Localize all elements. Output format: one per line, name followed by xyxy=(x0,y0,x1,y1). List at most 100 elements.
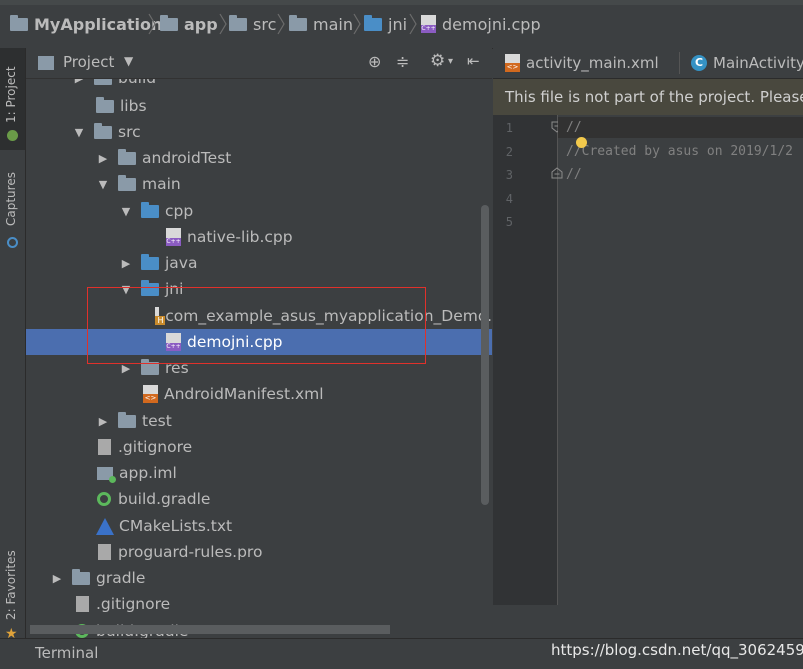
android-icon xyxy=(7,130,18,141)
expand-arrow-icon[interactable]: ▶ xyxy=(72,79,86,85)
folder-icon xyxy=(229,14,247,31)
collapse-arrow-icon[interactable]: ▼ xyxy=(119,205,133,218)
tree-item-gitignore-root[interactable]: .gitignore xyxy=(26,591,492,617)
breadcrumb-separator-icon xyxy=(409,13,417,35)
expand-arrow-icon[interactable]: ▶ xyxy=(96,415,110,428)
breadcrumb-app[interactable]: app xyxy=(160,13,218,35)
expand-arrow-icon[interactable]: ▶ xyxy=(119,362,133,375)
tree-item-proguard[interactable]: proguard-rules.pro xyxy=(26,539,492,565)
line-number: 1 xyxy=(505,121,513,135)
class-icon: C xyxy=(691,55,707,71)
editor-bottom-area xyxy=(493,605,803,638)
blue-folder-icon xyxy=(141,279,159,296)
collapse-arrow-icon[interactable]: ▼ xyxy=(72,126,86,139)
code-line: // xyxy=(566,167,582,182)
gear-dropdown-icon[interactable]: ▾ xyxy=(448,56,453,67)
tree-item-manifest[interactable]: AndroidManifest.xml xyxy=(26,381,492,407)
left-tool-strip: 1: Project Captures 2: Favorites ★ xyxy=(0,48,26,642)
folder-icon xyxy=(72,568,90,585)
folder-icon xyxy=(364,14,382,31)
breadcrumb-separator-icon xyxy=(219,13,227,35)
captures-tool-label[interactable]: Captures xyxy=(4,172,18,226)
folder-icon xyxy=(94,122,112,139)
hide-panel-icon[interactable]: ⇤ xyxy=(467,52,480,70)
lightbulb-icon[interactable] xyxy=(576,137,587,148)
project-panel-header: Project ▼ ⊕ ≑ ⚙ ▾ ⇤ xyxy=(26,48,492,79)
favorites-tool-label[interactable]: 2: Favorites xyxy=(4,550,18,620)
tab-divider xyxy=(679,52,680,74)
expand-arrow-icon[interactable]: ▶ xyxy=(119,257,133,270)
tree-item-test[interactable]: ▶ test xyxy=(26,408,492,434)
expand-arrow-icon[interactable]: ▶ xyxy=(50,572,64,585)
collapse-arrow-icon[interactable]: ▼ xyxy=(119,283,133,296)
collapse-arrow-icon[interactable]: ▼ xyxy=(96,178,110,191)
breadcrumb-separator-icon xyxy=(353,13,361,35)
expand-arrow-icon[interactable]: ▶ xyxy=(96,152,110,165)
gear-icon[interactable]: ⚙ xyxy=(430,51,445,71)
tree-item-gradle[interactable]: ▶ gradle xyxy=(26,565,492,591)
tab-mainactivity[interactable]: C MainActivity xyxy=(691,48,803,78)
breadcrumb-main[interactable]: main xyxy=(289,13,353,35)
module-folder-icon xyxy=(160,14,178,31)
blue-folder-icon xyxy=(141,201,159,218)
line-number: 4 xyxy=(505,192,513,206)
breadcrumb-project[interactable]: MyApplication xyxy=(10,13,162,35)
view-dropdown-icon[interactable]: ▼ xyxy=(124,54,133,68)
tree-item-header-file[interactable]: com_example_asus_myapplication_Demo. xyxy=(26,303,492,329)
tree-item-main[interactable]: ▼ main xyxy=(26,171,492,197)
tree-item-native-lib[interactable]: native-lib.cpp xyxy=(26,224,492,250)
banner-text: This file is not part of the project. Pl… xyxy=(505,88,803,106)
code-line: // xyxy=(566,120,582,135)
line-number: 3 xyxy=(505,168,513,182)
tree-item-build-gradle-app[interactable]: build.gradle xyxy=(26,486,492,512)
editor-gutter: 1 2 3 4 5 xyxy=(493,115,563,605)
tree-item-build[interactable]: ▶ build xyxy=(26,79,492,91)
iml-file-icon xyxy=(97,466,116,483)
not-in-project-banner: This file is not part of the project. Pl… xyxy=(493,79,803,115)
tree-item-jni[interactable]: ▼ jni xyxy=(26,276,492,302)
project-folder-icon xyxy=(10,14,28,31)
tree-item-app-iml[interactable]: app.iml xyxy=(26,460,492,486)
tree-vertical-scrollbar[interactable] xyxy=(481,205,489,505)
project-panel-title[interactable]: Project xyxy=(63,53,114,71)
folder-icon xyxy=(118,411,136,428)
navigation-bar: MyApplication app src main jni demojni.c… xyxy=(0,0,803,49)
folder-icon xyxy=(96,96,114,113)
tree-item-src[interactable]: ▼ src xyxy=(26,119,492,145)
tree-item-cpp[interactable]: ▼ cpp xyxy=(26,198,492,224)
code-editor[interactable]: // //Created by asus on 2019/1/2 // xyxy=(558,115,803,605)
terminal-tab[interactable]: Terminal xyxy=(35,644,98,662)
tree-horizontal-scrollbar[interactable] xyxy=(30,625,390,634)
tree-item-demojni-selected[interactable]: demojni.cpp xyxy=(26,329,492,355)
res-folder-icon xyxy=(141,358,159,375)
cpp-file-icon xyxy=(166,333,181,351)
captures-icon xyxy=(7,237,18,248)
xml-file-icon xyxy=(143,385,158,403)
line-number: 2 xyxy=(505,145,513,159)
gradle-icon xyxy=(97,492,111,506)
folder-icon xyxy=(118,174,136,191)
header-file-icon xyxy=(155,307,165,325)
breadcrumb-file[interactable]: demojni.cpp xyxy=(421,13,541,35)
code-line: //Created by asus on 2019/1/2 xyxy=(566,144,793,159)
line-number: 5 xyxy=(505,215,513,229)
project-tree: ▶ build libs ▼ src ▶ androidTest ▼ main … xyxy=(26,79,492,638)
breadcrumb-separator-icon xyxy=(277,13,285,35)
tree-item-androidtest[interactable]: ▶ androidTest xyxy=(26,145,492,171)
cpp-file-icon xyxy=(421,15,436,33)
bottom-tool-bar: Terminal https://blog.csdn.net/qq_306245… xyxy=(0,638,803,669)
tab-activity-main[interactable]: activity_main.xml xyxy=(505,48,659,78)
breadcrumb-src[interactable]: src xyxy=(229,13,276,35)
tree-item-res[interactable]: ▶ res xyxy=(26,355,492,381)
breadcrumb-jni[interactable]: jni xyxy=(364,13,407,35)
project-tool-label[interactable]: 1: Project xyxy=(4,66,18,123)
breadcrumb-separator-icon xyxy=(148,13,156,35)
tree-item-gitignore-app[interactable]: .gitignore xyxy=(26,434,492,460)
collapse-all-icon[interactable]: ≑ xyxy=(396,52,409,71)
locate-icon[interactable]: ⊕ xyxy=(368,52,381,71)
tree-item-cmakelists[interactable]: CMakeLists.txt xyxy=(26,513,492,539)
tree-item-libs[interactable]: libs xyxy=(26,93,492,119)
tree-item-java[interactable]: ▶ java xyxy=(26,250,492,276)
cpp-file-icon xyxy=(166,228,181,246)
text-file-icon xyxy=(76,596,89,612)
